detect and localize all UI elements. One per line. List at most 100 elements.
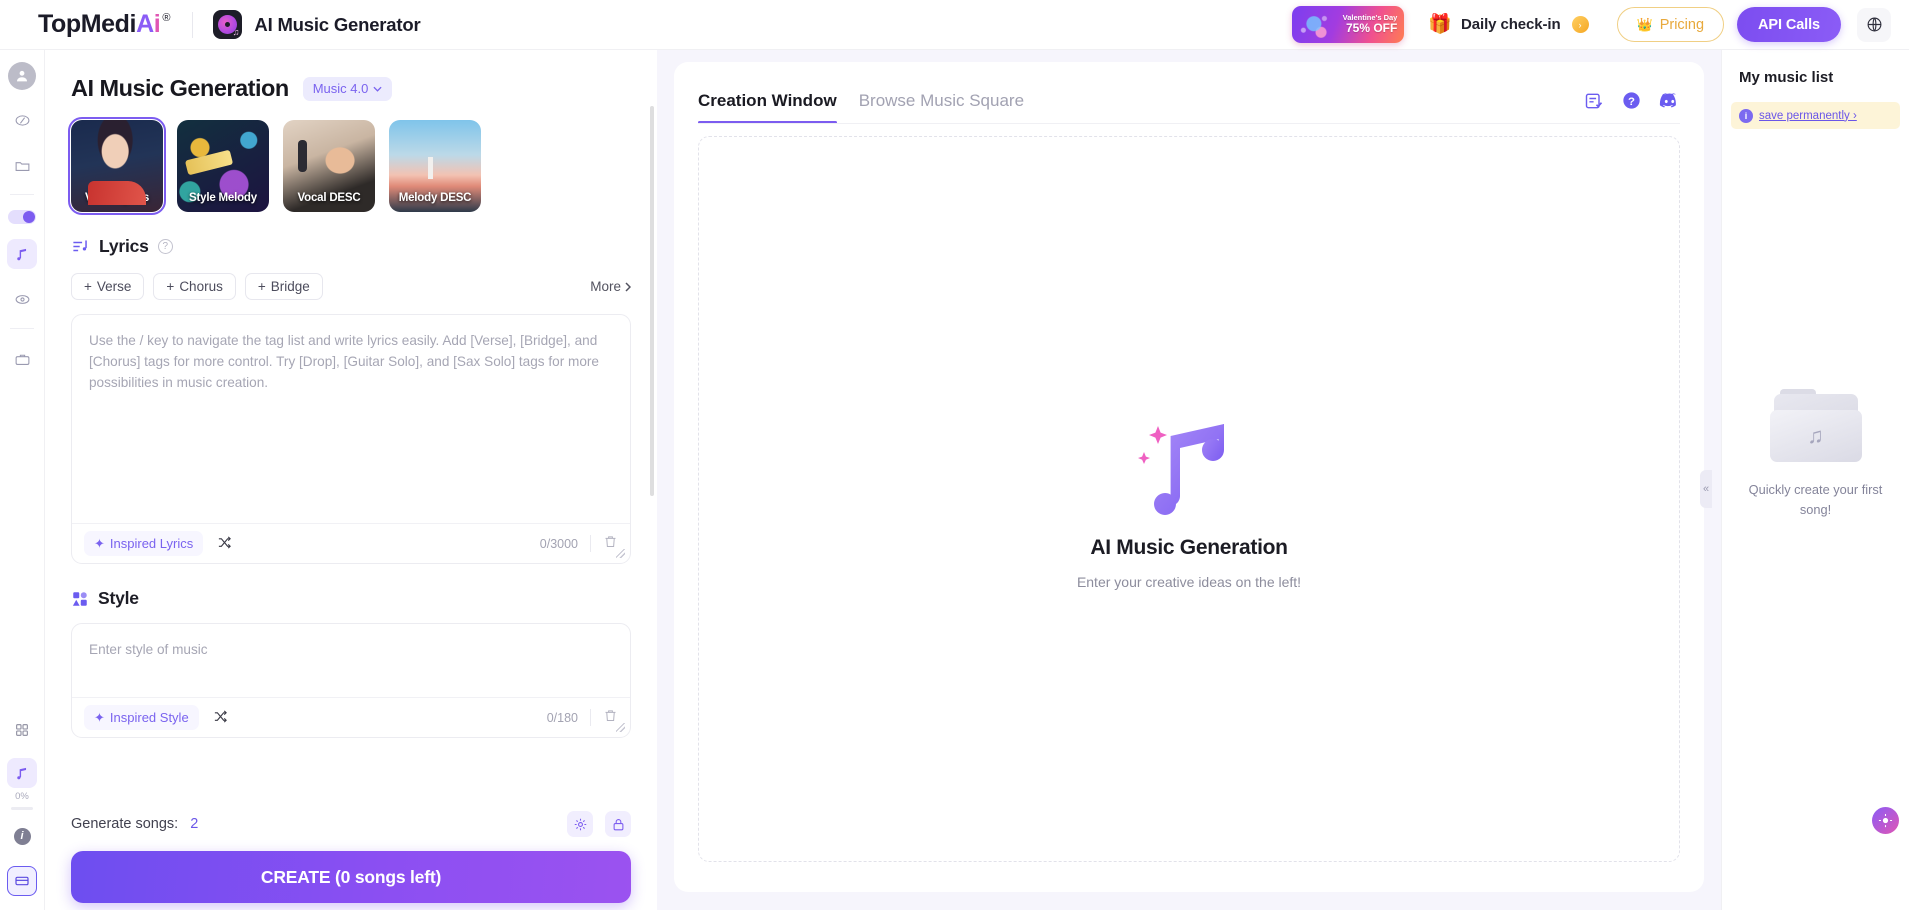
style-input-container[interactable]: Enter style of music ✦ Inspired Style 0/… [71, 623, 631, 738]
model-version-dropdown[interactable]: Music 4.0 [302, 76, 393, 101]
save-permanently-banner[interactable]: i save permanently › [1731, 102, 1900, 129]
lyrics-icon [73, 240, 87, 252]
tab-label: Creation Window [698, 91, 837, 110]
sidebar-item-image-edit[interactable] [7, 105, 37, 135]
progress-bar [11, 807, 33, 810]
music-note-icon: ♫ [232, 27, 240, 37]
promo-banner[interactable]: Valentine's Day 75% OFF [1292, 6, 1405, 43]
inspired-style-button[interactable]: ✦ Inspired Style [84, 705, 199, 730]
brand-accent-i: i [153, 10, 161, 38]
privacy-lock-button[interactable] [605, 811, 631, 837]
add-chorus-button[interactable]: + Chorus [153, 273, 236, 300]
trash-icon [605, 709, 616, 721]
sidebar-item-preview[interactable] [7, 284, 37, 314]
save-permanently-link[interactable]: save permanently › [1759, 110, 1857, 122]
main-area: Creation Window Browse Music Square ? AI… [657, 50, 1721, 910]
app-title: AI Music Generator [254, 13, 421, 35]
empty-canvas: AI Music Generation Enter your creative … [698, 136, 1680, 862]
create-button[interactable]: CREATE (0 songs left) [71, 851, 631, 903]
left-rail: 0% i [0, 50, 45, 910]
mode-card-style-melody[interactable]: Style Melody [177, 120, 269, 212]
trash-icon [605, 535, 616, 547]
shuffle-icon[interactable] [217, 535, 232, 553]
style-char-counter: 0/180 [546, 710, 578, 725]
lyrics-tag-row: + Verse + Chorus + Bridge More [71, 273, 631, 300]
inspired-lyrics-button[interactable]: ✦ Inspired Lyrics [84, 531, 204, 556]
assistant-fab-button[interactable] [1872, 807, 1899, 834]
header-actions: Valentine's Day 75% OFF 🎁 Daily check-in… [1292, 6, 1891, 43]
pricing-label: Pricing [1659, 16, 1705, 33]
collapse-right-panel-button[interactable]: « [1700, 470, 1712, 508]
generation-panel: AI Music Generation Music 4.0 Vocal Lyri… [45, 50, 657, 910]
help-button[interactable]: ? [1621, 90, 1642, 111]
header-divider [192, 11, 194, 38]
sidebar-item-apps[interactable] [7, 715, 37, 745]
clear-lyrics-button[interactable] [603, 534, 618, 554]
more-tags-button[interactable]: More [590, 279, 631, 294]
music-note-icon [16, 767, 26, 779]
promo-line2: 75% OFF [1346, 21, 1398, 36]
add-verse-label: Verse [96, 279, 132, 294]
tab-label: Browse Music Square [858, 91, 1025, 110]
language-button[interactable] [1857, 7, 1891, 42]
plus-icon: + [166, 279, 175, 294]
chevron-down-icon [373, 86, 382, 92]
panel-scrollbar[interactable] [650, 106, 654, 496]
brand-logo[interactable]: TopMediAi ® [38, 10, 170, 39]
lyrics-char-counter: 0/3000 [539, 536, 578, 551]
mode-card-melody-desc[interactable]: Melody DESC [389, 120, 481, 212]
mode-card-label: Vocal DESC [297, 192, 361, 204]
sidebar-item-music-progress[interactable] [7, 758, 37, 788]
discord-button[interactable] [1659, 92, 1680, 109]
task-list-button[interactable] [1584, 91, 1604, 111]
lyrics-textarea[interactable]: Use the / key to navigate the tag list a… [89, 330, 610, 393]
mode-card-vocal-desc[interactable]: Vocal DESC [283, 120, 375, 212]
pricing-button[interactable]: 👑 Pricing [1616, 7, 1725, 42]
empty-state-text: Quickly create your first song! [1722, 480, 1909, 521]
mode-card-vocal-lyrics[interactable]: Vocal Lyrics [67, 116, 167, 216]
empty-line1: Quickly create your [1748, 482, 1859, 497]
question-mark-icon[interactable]: ? [157, 239, 173, 254]
lyrics-input-container[interactable]: Use the / key to navigate the tag list a… [71, 314, 631, 564]
shuffle-glyph [219, 535, 232, 549]
shuffle-icon[interactable] [213, 709, 228, 727]
inspired-style-label: Inspired Style [109, 710, 189, 725]
style-textarea[interactable]: Enter style of music [89, 639, 610, 660]
sidebar-item-workspace[interactable] [7, 344, 37, 374]
sidebar-toggle[interactable] [8, 210, 36, 224]
plus-icon: + [257, 279, 266, 294]
tab-creation-window[interactable]: Creation Window [698, 91, 837, 124]
music-list-title: My music list [1739, 69, 1834, 86]
panel-scroll-area: AI Music Generation Music 4.0 Vocal Lyri… [45, 50, 657, 798]
add-bridge-button[interactable]: + Bridge [244, 273, 323, 300]
gear-icon [574, 818, 586, 830]
sidebar-item-music[interactable] [7, 239, 37, 269]
list-check-icon [1585, 93, 1603, 108]
settings-button[interactable] [567, 811, 593, 837]
app-product-icon: ♫ [213, 10, 243, 39]
tab-browse-music-square[interactable]: Browse Music Square [859, 91, 1024, 124]
music-note-sparkle-art [1124, 408, 1254, 518]
lyrics-input-footer: ✦ Inspired Lyrics 0/3000 [72, 523, 630, 563]
info-icon: i [1739, 108, 1753, 123]
footer-divider [590, 709, 591, 726]
brand-accent-a: A [136, 10, 154, 38]
add-chorus-label: Chorus [179, 279, 223, 294]
progress-percent: 0% [15, 791, 29, 802]
api-calls-label: API Calls [1758, 16, 1820, 33]
more-label: More [590, 279, 621, 294]
api-calls-button[interactable]: API Calls [1737, 7, 1841, 42]
discord-icon [1659, 93, 1677, 108]
lyrics-section-title: Lyrics [99, 236, 149, 256]
sidebar-item-account[interactable] [8, 62, 36, 90]
add-verse-button[interactable]: + Verse [71, 273, 145, 300]
model-version-label: Music 4.0 [312, 81, 369, 96]
art-svg [1138, 424, 1224, 515]
footer-icon-group [567, 811, 631, 837]
daily-checkin-button[interactable]: 🎁 Daily check-in › [1428, 15, 1589, 34]
sidebar-item-card[interactable] [7, 866, 37, 896]
sparkle-icon: ✦ [94, 535, 105, 551]
sidebar-item-folder[interactable] [7, 150, 37, 180]
sidebar-item-info[interactable]: i [7, 821, 37, 851]
clear-style-button[interactable] [603, 708, 618, 728]
